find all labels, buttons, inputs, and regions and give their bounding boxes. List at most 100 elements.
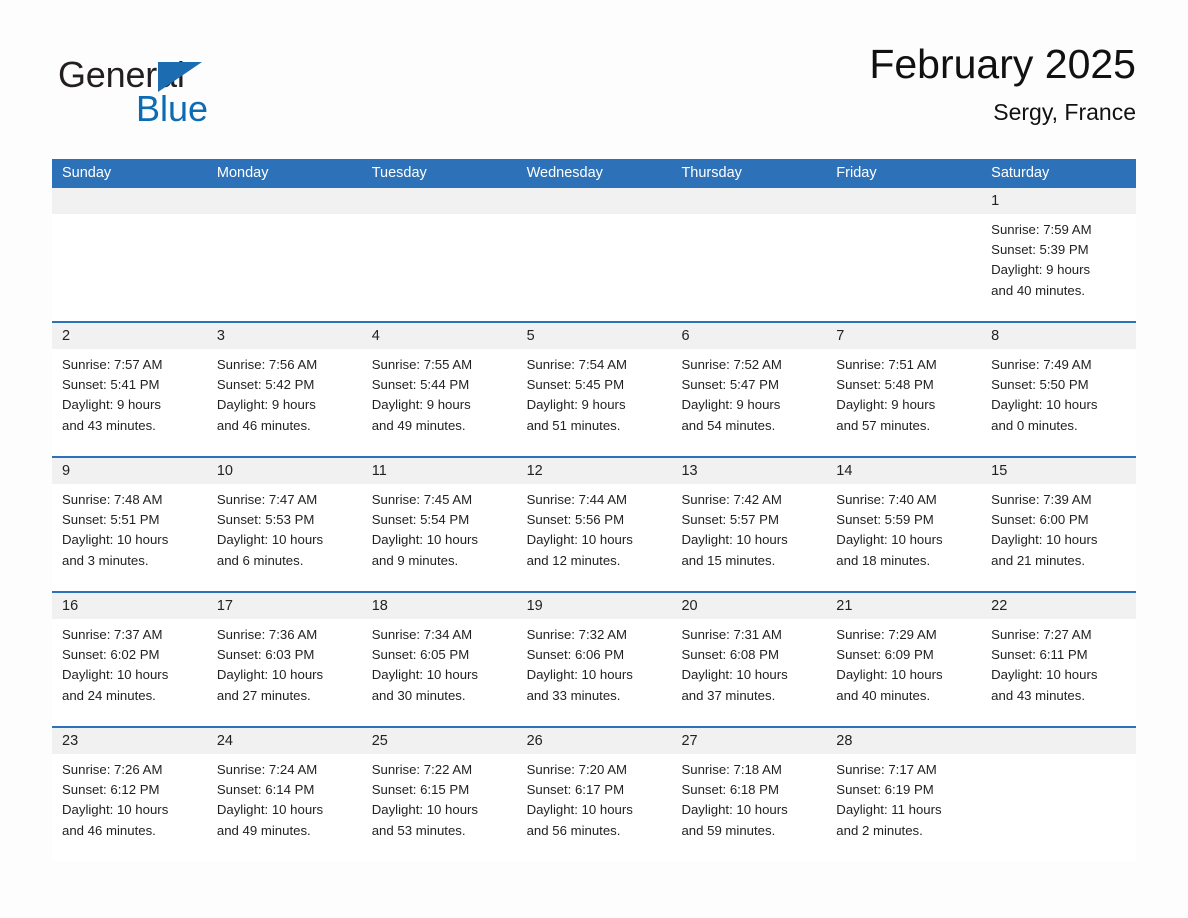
day-number: 28: [836, 733, 853, 749]
calendar-day-cell[interactable]: 11 Sunrise: 7:45 AM Sunset: 5:54 PM Dayligh…: [361, 458, 517, 591]
day-number-band: 17: [206, 593, 362, 619]
sunset-time: Sunset: 5:50 PM: [991, 377, 1089, 393]
sunrise-time: Sunrise: 7:59 AM: [991, 222, 1092, 237]
calendar-day-cell[interactable]: 28 Sunrise: 7:17 AM Sunset: 6:19 PM Dayligh…: [826, 728, 982, 861]
calendar-day-cell[interactable]: 9 Sunrise: 7:48 AM Sunset: 5:51 PM Daylight…: [52, 458, 207, 591]
calendar-day-cell[interactable]: 1 Sunrise: 7:59 AM Sunset: 5:39 PM Daylight…: [981, 188, 1137, 321]
calendar-day-cell[interactable]: 25 Sunrise: 7:22 AM Sunset: 6:15 PM Dayligh…: [361, 728, 517, 861]
day-number-band: 23: [52, 728, 207, 754]
calendar-day-cell[interactable]: 13 Sunrise: 7:42 AM Sunset: 5:57 PM Dayligh…: [671, 458, 827, 591]
sunset-time: Sunset: 6:09 PM: [836, 647, 934, 663]
day-number: 14: [836, 463, 853, 479]
sunrise-time: Sunrise: 7:39 AM: [991, 492, 1092, 507]
daylight-duration-line2: and 37 minutes.: [681, 687, 776, 703]
calendar-day-cell[interactable]: 7 Sunrise: 7:51 AM Sunset: 5:48 PM Daylight…: [826, 323, 982, 456]
day-sun-info: Sunrise: 7:45 AM Sunset: 5:54 PM Daylight:…: [362, 484, 517, 571]
day-sun-info: Sunrise: 7:26 AM Sunset: 6:12 PM Daylight:…: [52, 754, 207, 841]
day-number: 15: [991, 463, 1008, 479]
calendar-day-cell[interactable]: 2 Sunrise: 7:57 AM Sunset: 5:41 PM Daylight…: [52, 323, 207, 456]
daylight-duration-line2: and 6 minutes.: [216, 552, 304, 568]
calendar-day-cell-empty: [671, 188, 827, 321]
daylight-duration-line2: and 43 minutes.: [991, 687, 1085, 703]
day-number-band: 9: [52, 458, 207, 484]
daylight-duration-line1: Daylight: 9 hours: [62, 397, 161, 413]
day-sun-info: Sunrise: 7:48 AM Sunset: 5:51 PM Daylight:…: [52, 484, 207, 571]
calendar-day-cell[interactable]: 14 Sunrise: 7:40 AM Sunset: 5:59 PM Dayligh…: [826, 458, 982, 591]
daylight-duration-line2: and 40 minutes.: [991, 282, 1085, 298]
daylight-duration-line1: Daylight: 10 hours: [62, 532, 169, 548]
calendar-day-cell[interactable]: 3 Sunrise: 7:56 AM Sunset: 5:42 PM Daylight…: [206, 323, 362, 456]
weekday-header-thursday: Thursday: [681, 165, 742, 181]
day-number: 26: [526, 733, 543, 749]
day-number-band: [361, 188, 517, 214]
sunrise-time: Sunrise: 7:24 AM: [216, 762, 318, 777]
day-number-band: 20: [671, 593, 827, 619]
daylight-duration-line1: Daylight: 10 hours: [526, 802, 633, 818]
calendar-week-row: 9 Sunrise: 7:48 AM Sunset: 5:51 PM Daylight…: [52, 456, 1137, 591]
calendar-day-cell[interactable]: 22 Sunrise: 7:27 AM Sunset: 6:11 PM Dayligh…: [981, 593, 1137, 726]
calendar-day-cell[interactable]: 5 Sunrise: 7:54 AM Sunset: 5:45 PM Daylight…: [516, 323, 672, 456]
calendar-day-cell[interactable]: 24 Sunrise: 7:24 AM Sunset: 6:14 PM Dayligh…: [206, 728, 362, 861]
calendar-day-cell[interactable]: 4 Sunrise: 7:55 AM Sunset: 5:44 PM Daylight…: [361, 323, 517, 456]
calendar-day-cell[interactable]: 6 Sunrise: 7:52 AM Sunset: 5:47 PM Daylight…: [671, 323, 827, 456]
calendar-week-row: 16 Sunrise: 7:37 AM Sunset: 6:02 PM Dayligh…: [52, 591, 1137, 726]
calendar-day-cell[interactable]: 20 Sunrise: 7:31 AM Sunset: 6:08 PM Dayligh…: [671, 593, 827, 726]
sunrise-time: Sunrise: 7:20 AM: [526, 762, 628, 777]
day-number: 9: [62, 463, 71, 479]
daylight-duration-line2: and 43 minutes.: [62, 417, 156, 433]
day-sun-info: Sunrise: 7:17 AM Sunset: 6:19 PM Daylight:…: [826, 754, 981, 841]
weekday-header-row: Sunday Monday Tuesday Wednesday Thursday Frid…: [52, 159, 1136, 188]
calendar-day-cell[interactable]: 21 Sunrise: 7:29 AM Sunset: 6:09 PM Dayligh…: [826, 593, 982, 726]
calendar-grid: Sunday Monday Tuesday Wednesday Thursday Frid…: [52, 159, 1137, 861]
calendar-day-cell[interactable]: 16 Sunrise: 7:37 AM Sunset: 6:02 PM Dayligh…: [52, 593, 207, 726]
sunset-time: Sunset: 5:39 PM: [991, 242, 1089, 258]
sunrise-time: Sunrise: 7:37 AM: [62, 627, 163, 642]
sunrise-time: Sunrise: 7:48 AM: [62, 492, 163, 507]
daylight-duration-line2: and 0 minutes.: [991, 417, 1078, 433]
sunset-time: Sunset: 6:02 PM: [62, 647, 160, 663]
sunrise-time: Sunrise: 7:54 AM: [526, 357, 628, 372]
day-number-band: 8: [981, 323, 1137, 349]
calendar-day-cell[interactable]: 19 Sunrise: 7:32 AM Sunset: 6:06 PM Dayligh…: [516, 593, 672, 726]
day-sun-info: Sunrise: 7:24 AM Sunset: 6:14 PM Daylight:…: [207, 754, 362, 841]
sunset-time: Sunset: 6:08 PM: [681, 647, 779, 663]
calendar-day-cell[interactable]: 12 Sunrise: 7:44 AM Sunset: 5:56 PM Dayligh…: [516, 458, 672, 591]
weekday-header-saturday: Saturday: [991, 165, 1050, 181]
day-sun-info: Sunrise: 7:36 AM Sunset: 6:03 PM Daylight:…: [207, 619, 362, 706]
day-number-band: 24: [206, 728, 362, 754]
day-number-band: [206, 188, 362, 214]
calendar-day-cell[interactable]: 10 Sunrise: 7:47 AM Sunset: 5:53 PM Dayligh…: [206, 458, 362, 591]
daylight-duration-line2: and 30 minutes.: [371, 687, 466, 703]
day-sun-info: Sunrise: 7:57 AM Sunset: 5:41 PM Daylight:…: [52, 349, 207, 436]
day-number: 22: [991, 598, 1008, 614]
calendar-day-cell[interactable]: 15 Sunrise: 7:39 AM Sunset: 6:00 PM Dayligh…: [981, 458, 1137, 591]
sunrise-time: Sunrise: 7:47 AM: [216, 492, 318, 507]
calendar-day-cell[interactable]: 18 Sunrise: 7:34 AM Sunset: 6:05 PM Dayligh…: [361, 593, 517, 726]
daylight-duration-line1: Daylight: 11 hours: [836, 802, 942, 818]
sunset-time: Sunset: 6:17 PM: [526, 782, 625, 798]
day-number-band: 13: [671, 458, 827, 484]
calendar-day-cell[interactable]: 26 Sunrise: 7:20 AM Sunset: 6:17 PM Dayligh…: [516, 728, 672, 861]
day-number: 27: [681, 733, 698, 749]
sunrise-time: Sunrise: 7:44 AM: [526, 492, 628, 507]
sunset-time: Sunset: 6:11 PM: [991, 647, 1088, 663]
day-number-band: 6: [671, 323, 827, 349]
day-number-band: [981, 728, 1137, 754]
calendar-day-cell[interactable]: 23 Sunrise: 7:26 AM Sunset: 6:12 PM Dayligh…: [52, 728, 207, 861]
daylight-duration-line1: Daylight: 10 hours: [991, 532, 1098, 548]
sunset-time: Sunset: 5:53 PM: [216, 512, 315, 528]
day-number-band: 3: [206, 323, 362, 349]
day-sun-info: Sunrise: 7:31 AM Sunset: 6:08 PM Daylight:…: [671, 619, 826, 706]
calendar-day-cell[interactable]: 17 Sunrise: 7:36 AM Sunset: 6:03 PM Dayligh…: [206, 593, 362, 726]
calendar-day-cell[interactable]: 27 Sunrise: 7:18 AM Sunset: 6:18 PM Dayligh…: [671, 728, 827, 861]
daylight-duration-line1: Daylight: 10 hours: [836, 667, 943, 683]
sunrise-time: Sunrise: 7:27 AM: [991, 627, 1092, 642]
daylight-duration-line1: Daylight: 10 hours: [216, 667, 324, 683]
calendar-page: General Blue February 2025 Sergy, France…: [0, 0, 1188, 918]
daylight-duration-line1: Daylight: 9 hours: [216, 397, 316, 413]
daylight-duration-line1: Daylight: 10 hours: [681, 667, 788, 683]
day-number: 11: [371, 463, 387, 479]
sunrise-time: Sunrise: 7:29 AM: [836, 627, 937, 642]
calendar-day-cell[interactable]: 8 Sunrise: 7:49 AM Sunset: 5:50 PM Daylight…: [981, 323, 1137, 456]
sunset-time: Sunset: 6:19 PM: [836, 782, 934, 798]
